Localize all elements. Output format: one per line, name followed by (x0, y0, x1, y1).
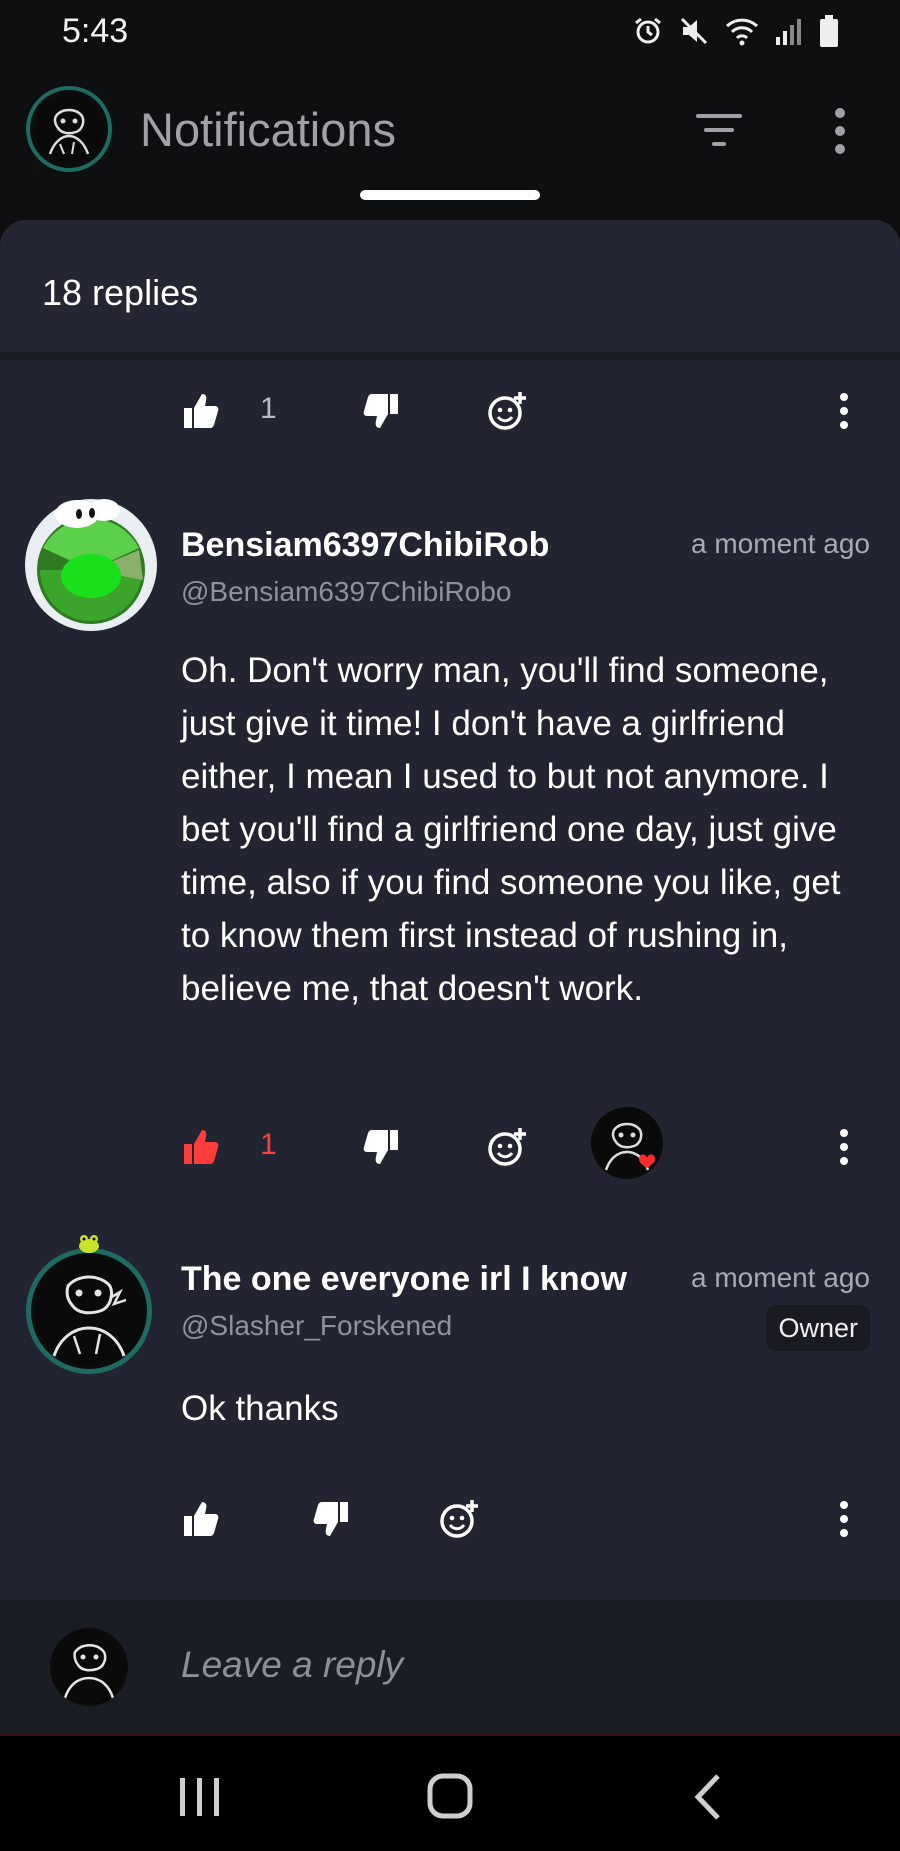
emoji-react-icon[interactable] (486, 390, 528, 432)
alarm-icon (632, 15, 664, 47)
action-row (0, 1490, 900, 1550)
replies-count: 18 replies (42, 272, 199, 313)
mute-icon (678, 15, 710, 47)
emoji-react-icon[interactable] (438, 1498, 480, 1540)
like-count: 1 (260, 1128, 277, 1161)
system-nav-bar (0, 1734, 900, 1851)
comment-item: The one everyone irl I know a moment ago… (0, 1230, 900, 1460)
more-vert-icon[interactable] (826, 106, 854, 156)
comment-more-icon[interactable] (834, 1498, 854, 1540)
recent-apps-icon[interactable] (170, 1772, 230, 1822)
action-row: 1 (0, 1107, 900, 1179)
dislike-icon[interactable] (360, 390, 402, 432)
dislike-icon[interactable] (310, 1498, 352, 1540)
emoji-react-icon[interactable] (486, 1126, 528, 1168)
drag-handle[interactable] (360, 190, 540, 200)
action-row: 1 (0, 382, 900, 442)
comment-username[interactable]: The one everyone irl I know (181, 1260, 641, 1299)
like-icon[interactable] (180, 390, 222, 432)
comment-handle[interactable]: @Bensiam6397ChibiRobo (181, 576, 511, 608)
like-count: 1 (260, 392, 277, 425)
like-icon[interactable] (180, 1126, 222, 1168)
signal-icon (774, 15, 804, 47)
user-avatar[interactable] (26, 86, 112, 172)
status-time: 5:43 (62, 11, 129, 50)
comment-handle[interactable]: @Slasher_Forskened (181, 1310, 452, 1342)
creator-heart-avatar (590, 1106, 666, 1182)
commenter-avatar[interactable] (22, 496, 160, 634)
filter-icon[interactable] (694, 110, 744, 150)
comment-more-icon[interactable] (834, 1126, 854, 1168)
comment-more-icon[interactable] (834, 390, 854, 432)
comment-timestamp: a moment ago (683, 1262, 870, 1294)
comment-text: Ok thanks (181, 1389, 339, 1428)
battery-icon (818, 14, 840, 48)
comment-item: Bensiam6397ChibiRobo a moment ago @Bensi… (0, 496, 900, 1008)
comment-timestamp: a moment ago (691, 528, 870, 559)
like-icon[interactable] (180, 1498, 222, 1540)
reply-input[interactable]: Leave a reply (181, 1644, 403, 1686)
wifi-icon (724, 15, 760, 47)
commenter-avatar[interactable] (26, 1248, 152, 1374)
home-icon[interactable] (420, 1772, 480, 1822)
sheet-header: 18 replies (0, 220, 900, 360)
comment-username[interactable]: Bensiam6397ChibiRobo (181, 526, 551, 565)
reply-bar: Leave a reply (0, 1600, 900, 1734)
page-title: Notifications (140, 103, 396, 156)
replies-sheet: 18 replies 1 Bensiam6397ChibiRobo a mome… (0, 220, 900, 1734)
frog-badge-icon (78, 1232, 100, 1254)
dislike-icon[interactable] (360, 1126, 402, 1168)
owner-badge: Owner (766, 1305, 870, 1351)
status-icons (632, 14, 840, 48)
reply-avatar (50, 1628, 128, 1706)
status-bar: 5:43 (0, 0, 900, 62)
app-header: Notifications (0, 72, 900, 192)
back-icon[interactable] (680, 1772, 740, 1822)
comment-text: Oh. Don't worry man, you'll find someone… (181, 651, 841, 1008)
